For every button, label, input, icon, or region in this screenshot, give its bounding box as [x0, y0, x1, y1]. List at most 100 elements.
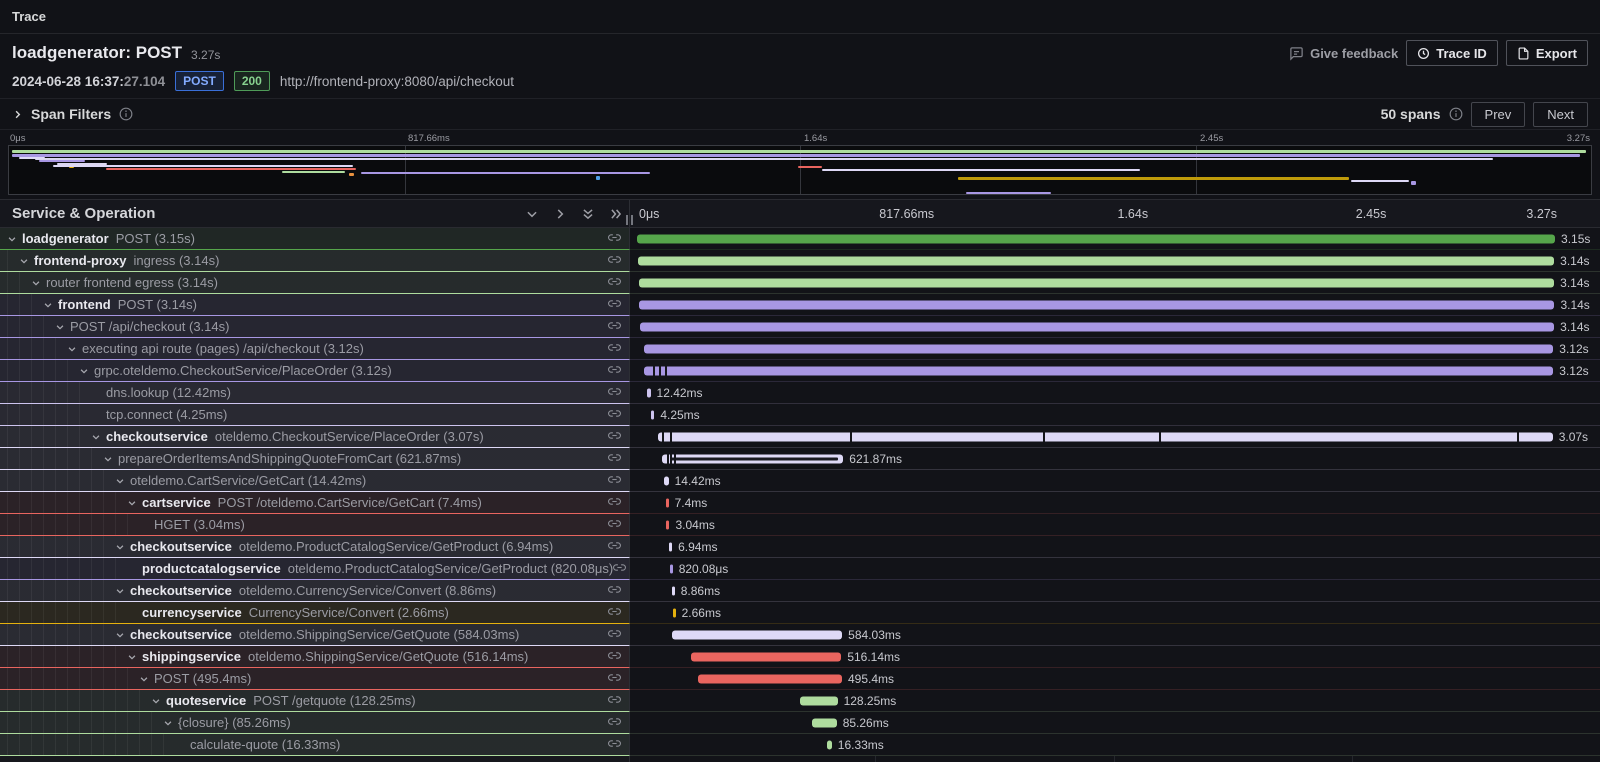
span-link-icon[interactable] [608, 649, 621, 665]
span-name-cell[interactable]: oteldemo.CartService/GetCart (14.42ms) [0, 470, 630, 492]
span-link-icon[interactable] [608, 495, 621, 511]
span-duration-bar[interactable] [658, 432, 1553, 441]
span-name-cell[interactable]: currencyserviceCurrencyService/Convert (… [0, 602, 630, 624]
span-duration-bar[interactable] [639, 300, 1554, 309]
span-link-icon[interactable] [608, 253, 621, 269]
span-link-icon[interactable] [608, 363, 621, 379]
span-duration-bar[interactable] [670, 564, 673, 573]
span-name-cell[interactable]: dns.lookup (12.42ms) [0, 382, 630, 404]
chevron-down-icon[interactable] [126, 651, 138, 663]
span-link-icon[interactable] [608, 671, 621, 687]
span-link-icon[interactable] [608, 737, 621, 753]
span-name-cell[interactable]: calculate-quote (16.33ms) [0, 734, 630, 756]
span-duration-bar[interactable] [672, 630, 842, 639]
span-duration-bar[interactable] [639, 278, 1554, 287]
span-duration-bar[interactable] [672, 586, 675, 595]
span-name-cell[interactable]: POST (495.4ms) [0, 668, 630, 690]
chevron-down-icon[interactable] [114, 629, 126, 641]
span-link-icon[interactable] [608, 583, 621, 599]
prev-button[interactable]: Prev [1471, 102, 1526, 127]
export-button[interactable]: Export [1506, 40, 1588, 66]
span-link-icon[interactable] [608, 451, 621, 467]
chevron-down-icon[interactable] [66, 343, 78, 355]
span-link-icon[interactable] [608, 605, 621, 621]
span-duration-bar[interactable] [827, 740, 832, 749]
chevron-down-icon[interactable] [114, 585, 126, 597]
chevron-down-icon[interactable] [126, 497, 138, 509]
span-duration-bar[interactable] [638, 256, 1554, 265]
span-filters-toggle[interactable]: Span Filters [12, 106, 133, 122]
span-link-icon[interactable] [608, 627, 621, 643]
chevron-down-icon[interactable] [138, 673, 150, 685]
span-link-icon[interactable] [608, 407, 621, 423]
chevron-down-icon[interactable] [150, 695, 162, 707]
span-name-cell[interactable]: executing api route (pages) /api/checkou… [0, 338, 630, 360]
span-duration-bar[interactable] [800, 696, 837, 705]
span-duration-bar[interactable] [637, 234, 1555, 243]
minimap-chart[interactable] [8, 145, 1592, 195]
span-name-cell[interactable]: tcp.connect (4.25ms) [0, 404, 630, 426]
span-name-cell[interactable]: {closure} (85.26ms) [0, 712, 630, 734]
span-link-icon[interactable] [608, 319, 621, 335]
span-link-icon[interactable] [608, 429, 621, 445]
span-name-cell[interactable]: checkoutserviceoteldemo.CheckoutService/… [0, 426, 630, 448]
span-link-icon[interactable] [608, 341, 621, 357]
span-duration-bar[interactable] [644, 344, 1554, 353]
chevron-down-icon[interactable] [54, 321, 66, 333]
chevron-down-icon[interactable] [102, 453, 114, 465]
span-link-icon[interactable] [608, 231, 621, 247]
info-icon[interactable] [119, 107, 133, 121]
span-link-icon[interactable] [608, 385, 621, 401]
span-name-cell[interactable]: loadgeneratorPOST (3.15s) [0, 228, 630, 250]
chevron-down-icon[interactable] [30, 277, 42, 289]
span-duration-bar[interactable] [651, 410, 654, 419]
info-icon[interactable] [1449, 107, 1463, 121]
span-name-cell[interactable]: frontendPOST (3.14s) [0, 294, 630, 316]
span-link-icon[interactable] [608, 473, 621, 489]
span-name-cell[interactable]: productcatalogserviceoteldemo.ProductCat… [0, 558, 630, 580]
span-duration-bar[interactable] [666, 520, 669, 529]
collapse-all-icon[interactable] [581, 207, 595, 221]
span-duration-bar[interactable] [647, 388, 651, 397]
trace-minimap[interactable]: 0μs817.66ms1.64s2.45s3.27s [0, 130, 1600, 199]
span-name-cell[interactable]: HGET (3.04ms) [0, 514, 630, 536]
span-name-cell[interactable]: cartservicePOST /oteldemo.CartService/Ge… [0, 492, 630, 514]
span-link-icon[interactable] [608, 517, 621, 533]
span-name-cell[interactable]: quoteservicePOST /getquote (128.25ms) [0, 690, 630, 712]
span-name-cell[interactable]: shippingserviceoteldemo.ShippingService/… [0, 646, 630, 668]
expand-one-icon[interactable] [553, 207, 567, 221]
chevron-down-icon[interactable] [114, 475, 126, 487]
span-duration-bar[interactable] [669, 542, 672, 551]
span-name-cell[interactable]: frontend-proxyingress (3.14s) [0, 250, 630, 272]
chevron-down-icon[interactable] [6, 233, 18, 245]
span-link-icon[interactable] [613, 561, 626, 577]
span-name-cell[interactable]: checkoutserviceoteldemo.ShippingService/… [0, 624, 630, 646]
span-duration-bar[interactable] [691, 652, 841, 661]
chevron-down-icon[interactable] [42, 299, 54, 311]
span-link-icon[interactable] [608, 539, 621, 555]
span-duration-bar[interactable] [644, 366, 1553, 375]
span-duration-bar[interactable] [666, 498, 669, 507]
span-duration-bar[interactable] [812, 718, 837, 727]
span-name-cell[interactable]: checkoutserviceoteldemo.ProductCatalogSe… [0, 536, 630, 558]
span-name-cell[interactable]: router frontend egress (3.14s) [0, 272, 630, 294]
span-name-cell[interactable]: checkoutserviceoteldemo.CurrencyService/… [0, 580, 630, 602]
span-duration-bar[interactable] [662, 454, 843, 463]
give-feedback-button[interactable]: Give feedback [1289, 46, 1398, 61]
expand-all-icon[interactable] [609, 207, 623, 221]
span-name-cell[interactable]: prepareOrderItemsAndShippingQuoteFromCar… [0, 448, 630, 470]
span-name-cell[interactable]: POST /api/checkout (3.14s) [0, 316, 630, 338]
span-link-icon[interactable] [608, 275, 621, 291]
span-link-icon[interactable] [608, 693, 621, 709]
chevron-down-icon[interactable] [78, 365, 90, 377]
chevron-down-icon[interactable] [18, 255, 30, 267]
span-link-icon[interactable] [608, 297, 621, 313]
span-duration-bar[interactable] [640, 322, 1555, 331]
chevron-down-icon[interactable] [90, 431, 102, 443]
span-duration-bar[interactable] [698, 674, 842, 683]
span-name-cell[interactable]: grpc.oteldemo.CheckoutService/PlaceOrder… [0, 360, 630, 382]
chevron-down-icon[interactable] [114, 541, 126, 553]
next-button[interactable]: Next [1533, 102, 1588, 127]
trace-id-button[interactable]: Trace ID [1406, 40, 1498, 66]
span-duration-bar[interactable] [673, 608, 676, 617]
